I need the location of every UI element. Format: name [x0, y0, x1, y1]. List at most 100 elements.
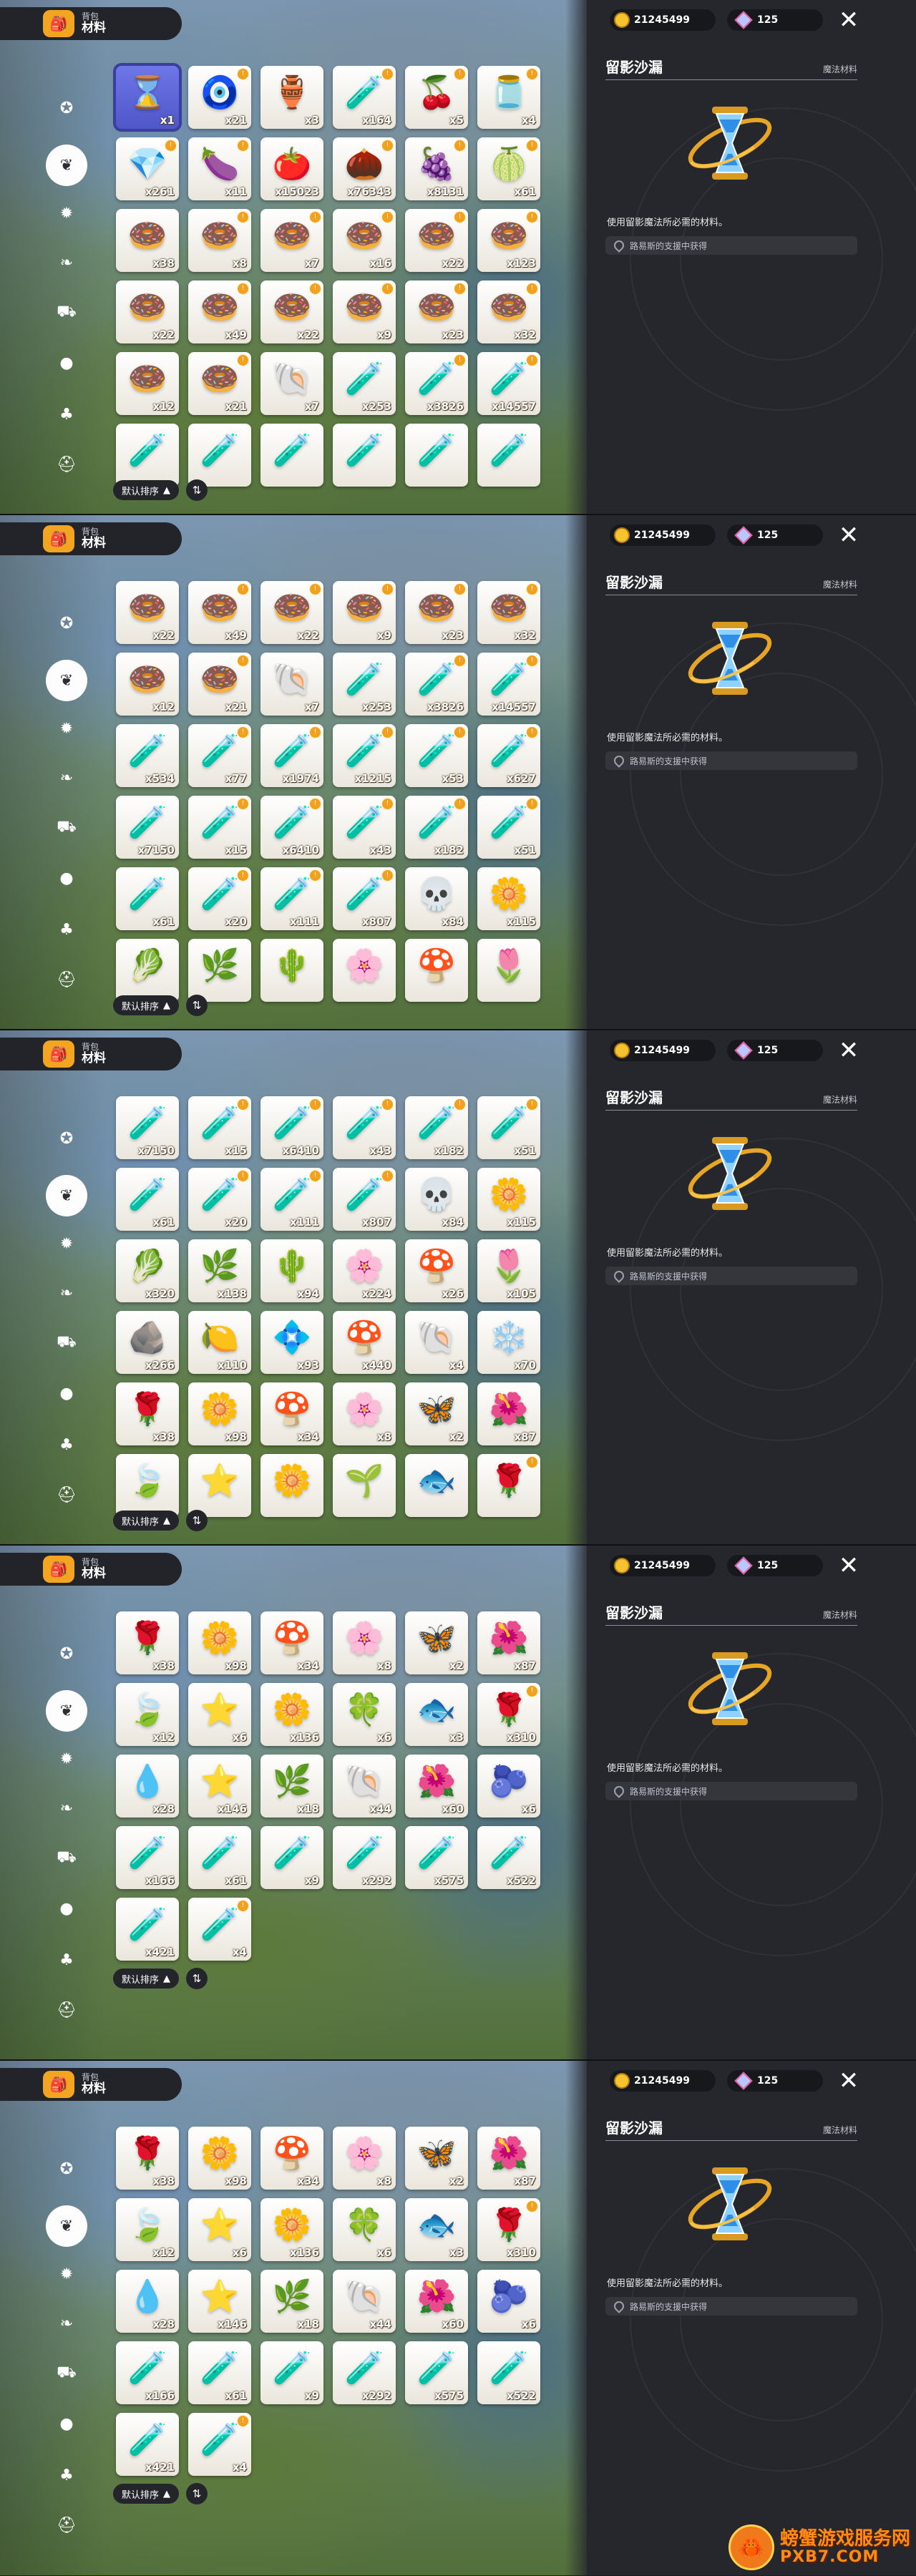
inventory-slot[interactable]: 🦋 x2: [405, 1382, 468, 1445]
inventory-slot[interactable]: 🍄 x440: [333, 1311, 396, 1374]
inventory-slot[interactable]: 🍃: [116, 1454, 179, 1517]
inventory-slot[interactable]: 🌷 x105: [477, 1239, 540, 1302]
inventory-slot[interactable]: 🍩! x23: [405, 581, 468, 644]
cart-icon[interactable]: ⛟: [50, 2357, 83, 2390]
inventory-slot[interactable]: 🧪! x6410: [260, 796, 323, 859]
inventory-slot[interactable]: 🧪: [477, 424, 540, 487]
inventory-slot[interactable]: ❄️ x70: [477, 1311, 540, 1374]
inventory-slot[interactable]: 🌼 x98: [188, 1611, 251, 1674]
inventory-slot[interactable]: 🌺 x87: [477, 1611, 540, 1674]
inventory-slot[interactable]: 🧪! x164: [333, 66, 396, 129]
inventory-slot[interactable]: 🫐 x6: [477, 2270, 540, 2333]
inventory-slot[interactable]: 🍩! x23: [405, 280, 468, 343]
inventory-slot[interactable]: 🧪: [116, 424, 179, 487]
sort-button[interactable]: 默认排序 ▲: [113, 480, 180, 500]
inventory-slot[interactable]: 🐚 x44: [333, 2270, 396, 2333]
inventory-slot[interactable]: 🧪: [333, 424, 396, 487]
inventory-slot[interactable]: 🧪! x77: [188, 724, 251, 787]
inventory-slot[interactable]: 🐟 x3: [405, 2198, 468, 2261]
inventory-slot[interactable]: 🧪 x292: [333, 2341, 396, 2404]
inventory-slot[interactable]: 🧪 x292: [333, 1826, 396, 1889]
inventory-slot[interactable]: 🌼 x115: [477, 1168, 540, 1231]
inventory-slot[interactable]: 🍆! x11: [188, 137, 251, 200]
inventory-slot[interactable]: 🫙! x4: [477, 66, 540, 129]
inventory-slot[interactable]: 🧪! x3826: [405, 352, 468, 415]
helmet-icon[interactable]: ⛑: [50, 963, 83, 996]
star-coin-icon[interactable]: ✪: [50, 2152, 83, 2185]
inventory-slot[interactable]: ⭐ x146: [188, 2270, 251, 2333]
star-coin-icon[interactable]: ✪: [50, 1637, 83, 1670]
inventory-slot[interactable]: 💀 x84: [405, 1168, 468, 1231]
inventory-slot[interactable]: ⭐ x146: [188, 1755, 251, 1818]
inventory-slot[interactable]: 🧪! x111: [260, 1168, 323, 1231]
sort-order-toggle[interactable]: ⇅: [186, 1968, 208, 1989]
sprout-icon[interactable]: ❧: [50, 1277, 83, 1309]
inventory-slot[interactable]: 🌹 x38: [116, 1611, 179, 1674]
acorn-icon[interactable]: ♣: [50, 1943, 83, 1976]
sort-order-toggle[interactable]: ⇅: [186, 479, 208, 501]
acorn-icon[interactable]: ♣: [50, 398, 83, 431]
inventory-slot[interactable]: ⌛ x1: [113, 63, 182, 132]
inventory-slot[interactable]: 🦋 x2: [405, 1611, 468, 1674]
inventory-slot[interactable]: 🍩! x8: [188, 209, 251, 272]
inventory-slot[interactable]: 🌿 x18: [260, 1755, 323, 1818]
inventory-slot[interactable]: 🧪 x522: [477, 1826, 540, 1889]
ball-icon[interactable]: ●: [50, 2407, 83, 2440]
inventory-slot[interactable]: 🍩! x123: [477, 209, 540, 272]
sun-gear-icon[interactable]: ✹: [50, 2258, 83, 2290]
inventory-slot[interactable]: 🍩! x16: [333, 209, 396, 272]
close-button[interactable]: ✕: [837, 2069, 860, 2093]
inventory-slot[interactable]: 💧 x28: [116, 2270, 179, 2333]
inventory-slot[interactable]: 🍄 x26: [405, 1239, 468, 1302]
inventory-slot[interactable]: 🧪 x61: [188, 2341, 251, 2404]
ball-icon[interactable]: ●: [50, 1892, 83, 1925]
inventory-slot[interactable]: 💎! x261: [116, 137, 179, 200]
inventory-slot[interactable]: 🧪! x43: [333, 1096, 396, 1159]
inventory-slot[interactable]: 🥬 x320: [116, 1239, 179, 1302]
inventory-slot[interactable]: 🦋 x2: [405, 2127, 468, 2190]
inventory-slot[interactable]: 🧪 x7150: [116, 796, 179, 859]
inventory-slot[interactable]: 🧪 x534: [116, 724, 179, 787]
inventory-slot[interactable]: 🍩! x49: [188, 581, 251, 644]
inventory-slot[interactable]: 🌿 x18: [260, 2270, 323, 2333]
inventory-slot[interactable]: 💀 x84: [405, 867, 468, 930]
inventory-slot[interactable]: 🧪 x166: [116, 1826, 179, 1889]
inventory-slot[interactable]: 🌷: [477, 939, 540, 1002]
inventory-slot[interactable]: 🌺 x87: [477, 2127, 540, 2190]
leaf-icon[interactable]: ❦: [46, 660, 87, 701]
inventory-slot[interactable]: 🌼 x136: [260, 1683, 323, 1746]
inventory-slot[interactable]: 🐚 x7: [260, 653, 323, 716]
leaf-icon[interactable]: ❦: [46, 145, 87, 186]
inventory-slot[interactable]: 🧪! x43: [333, 796, 396, 859]
helmet-icon[interactable]: ⛑: [50, 448, 83, 481]
inventory-slot[interactable]: 🧪 x575: [405, 2341, 468, 2404]
inventory-slot[interactable]: 🧪! x1215: [333, 724, 396, 787]
star-coin-icon[interactable]: ✪: [50, 92, 83, 125]
inventory-slot[interactable]: 🌹! x310: [477, 1683, 540, 1746]
sort-button[interactable]: 默认排序 ▲: [113, 1968, 180, 1989]
inventory-slot[interactable]: 🧪 x61: [188, 1826, 251, 1889]
acorn-icon[interactable]: ♣: [50, 2459, 83, 2492]
sprout-icon[interactable]: ❧: [50, 761, 83, 794]
inventory-slot[interactable]: 🍄: [405, 939, 468, 1002]
inventory-slot[interactable]: 🫐 x6: [477, 1755, 540, 1818]
inventory-slot[interactable]: 🧪! x4: [188, 1898, 251, 1961]
inventory-slot[interactable]: 🍄 x34: [260, 1382, 323, 1445]
inventory-slot[interactable]: 🧪! x20: [188, 867, 251, 930]
inventory-slot[interactable]: 🌹! x310: [477, 2198, 540, 2261]
inventory-slot[interactable]: 🍀 x6: [333, 1683, 396, 1746]
sort-button[interactable]: 默认排序 ▲: [113, 995, 180, 1015]
acorn-icon[interactable]: ♣: [50, 913, 83, 946]
inventory-slot[interactable]: ⭐ x6: [188, 1683, 251, 1746]
inventory-slot[interactable]: 🍩! x32: [477, 581, 540, 644]
inventory-slot[interactable]: 🥬: [116, 939, 179, 1002]
sprout-icon[interactable]: ❧: [50, 2307, 83, 2340]
cart-icon[interactable]: ⛟: [50, 1327, 83, 1360]
sun-gear-icon[interactable]: ✹: [50, 1742, 83, 1775]
sort-button[interactable]: 默认排序 ▲: [113, 1511, 180, 1531]
ball-icon[interactable]: ●: [50, 1377, 83, 1410]
inventory-slot[interactable]: 🌹!: [477, 1454, 540, 1517]
inventory-slot[interactable]: 🍩! x7: [260, 209, 323, 272]
inventory-slot[interactable]: 🧪 x9: [260, 2341, 323, 2404]
inventory-slot[interactable]: 🧪 x7150: [116, 1096, 179, 1159]
